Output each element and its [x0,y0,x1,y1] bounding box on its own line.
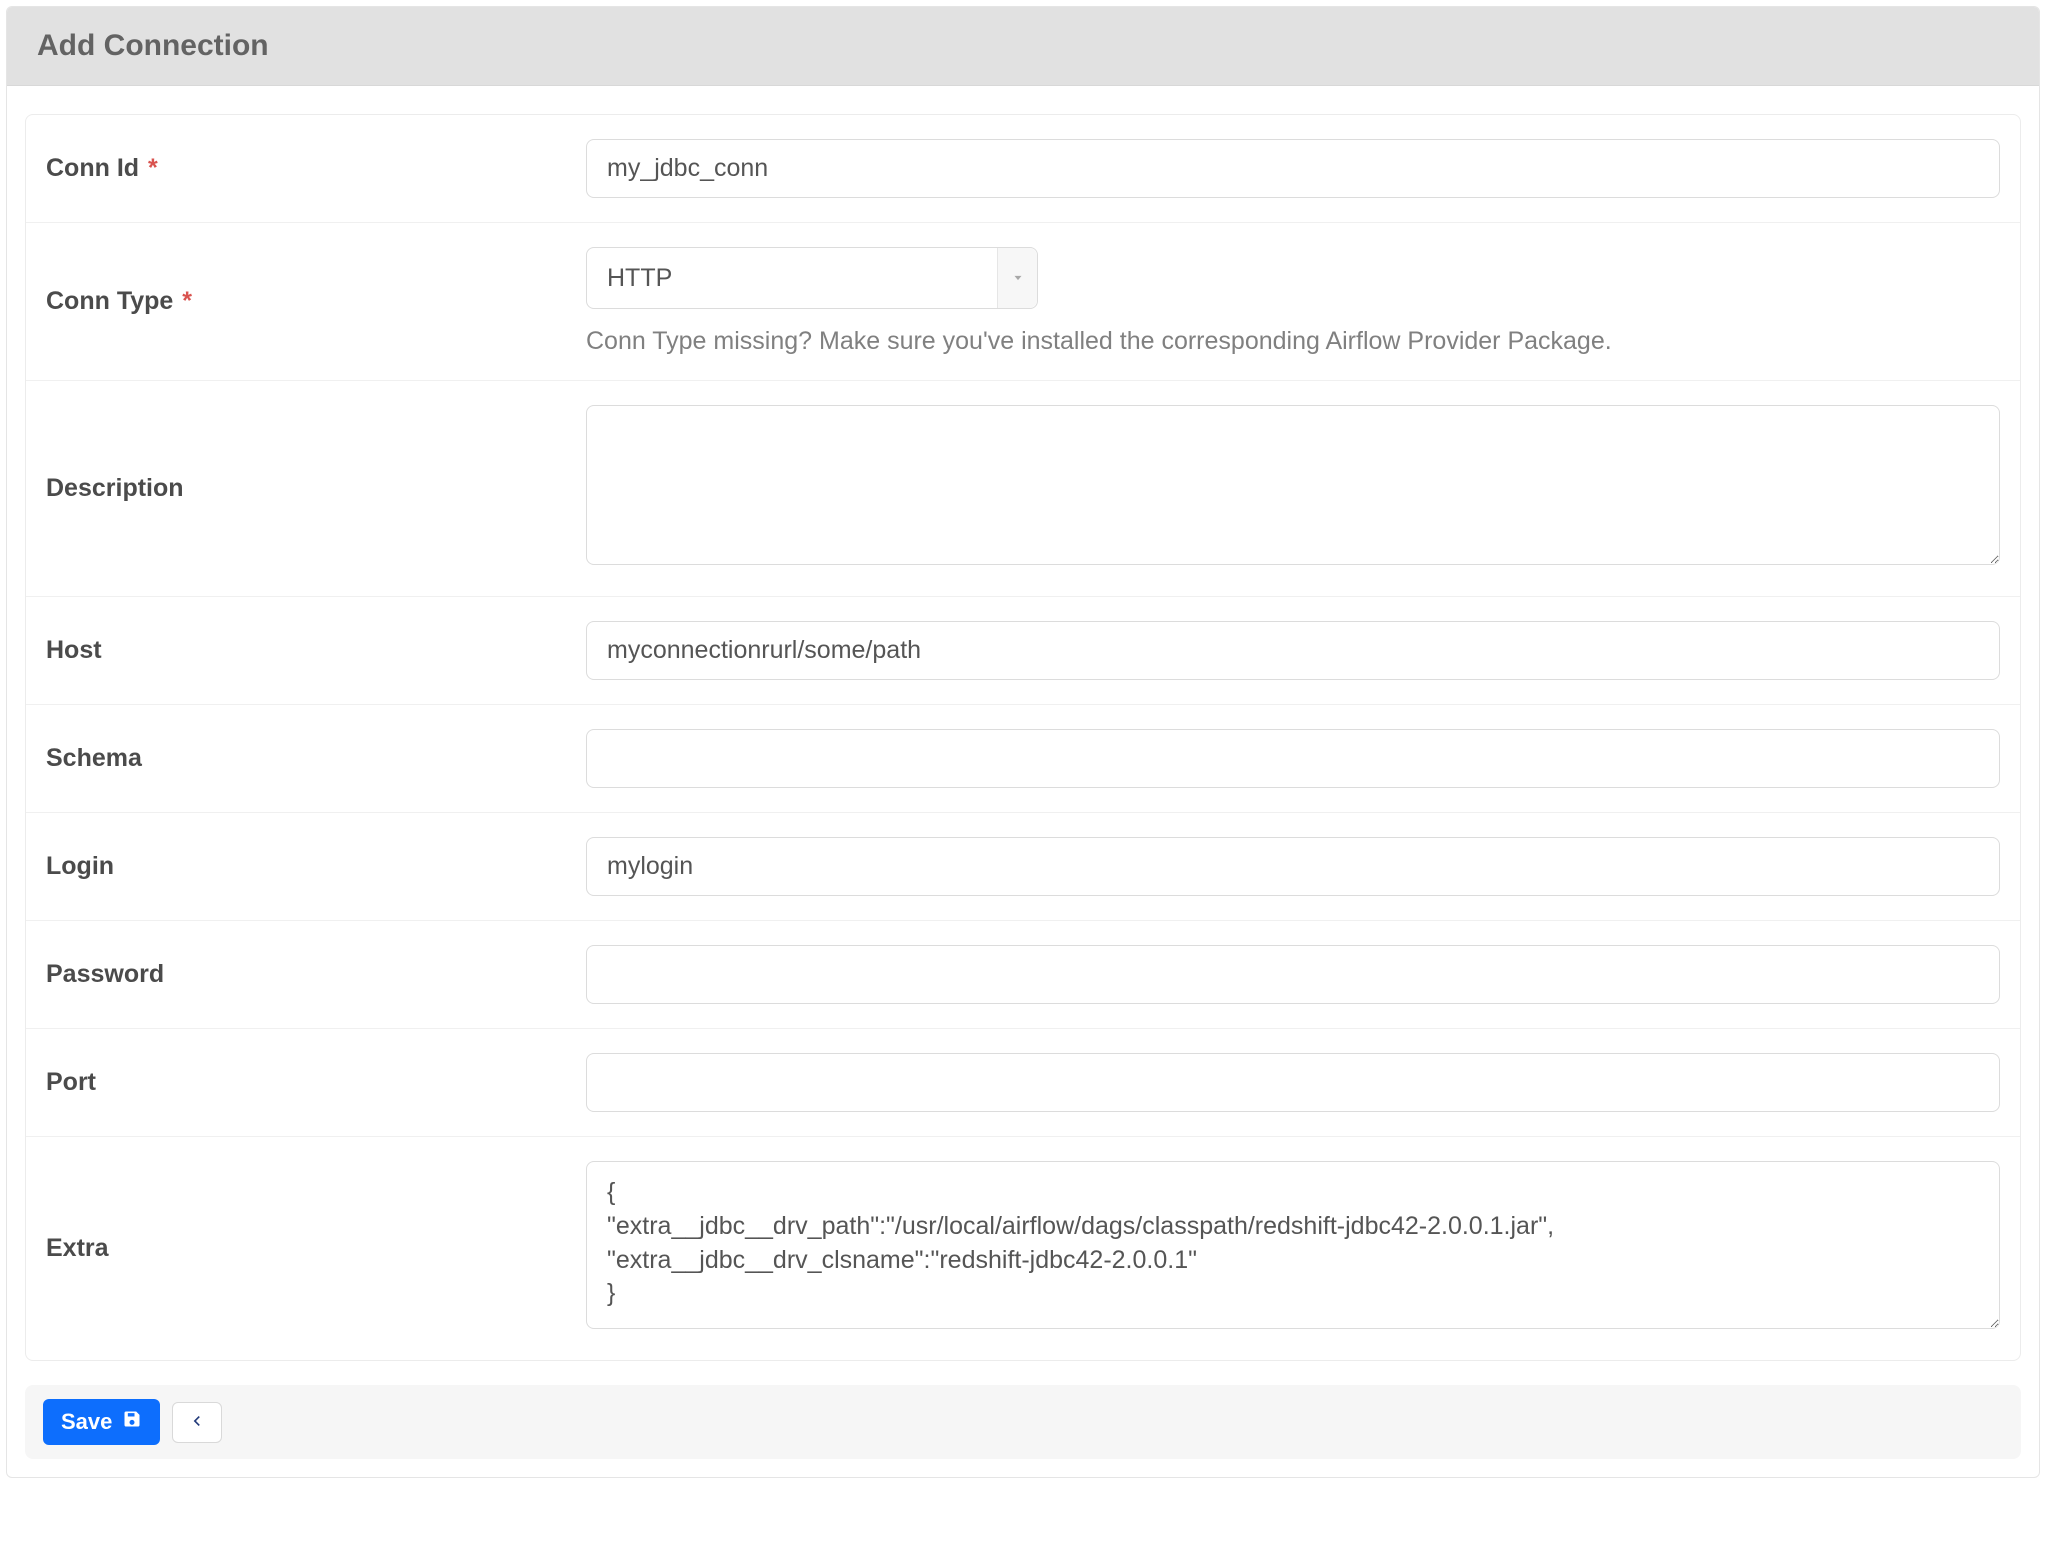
port-label: Port [46,1068,586,1097]
extra-input[interactable] [586,1161,2000,1329]
conn-id-label: Conn Id * [46,154,586,183]
password-input[interactable] [586,945,2000,1004]
add-connection-panel: Add Connection Conn Id * Conn Type [6,6,2040,1478]
schema-input[interactable] [586,729,2000,788]
save-icon [122,1409,142,1435]
conn-type-select[interactable]: HTTP [586,247,1038,309]
login-input[interactable] [586,837,2000,896]
login-label: Login [46,852,586,881]
password-label: Password [46,960,586,989]
conn-type-value: HTTP [607,264,997,293]
conn-id-input[interactable] [586,139,2000,198]
host-input[interactable] [586,621,2000,680]
chevron-down-icon [997,248,1037,308]
conn-type-label: Conn Type * [46,287,586,316]
schema-label: Schema [46,744,586,773]
form-footer: Save [25,1385,2021,1459]
description-label: Description [46,474,586,503]
extra-label: Extra [46,1234,586,1263]
save-button-label: Save [61,1409,112,1435]
required-marker: * [182,287,192,315]
panel-title: Add Connection [7,7,2039,86]
back-button[interactable] [172,1402,222,1443]
conn-type-hint: Conn Type missing? Make sure you've inst… [586,327,2000,356]
required-marker: * [148,154,158,182]
host-label: Host [46,636,586,665]
port-input[interactable] [586,1053,2000,1112]
connection-form: Conn Id * Conn Type * HTTP [25,114,2021,1361]
save-button[interactable]: Save [43,1399,160,1445]
description-input[interactable] [586,405,2000,565]
arrow-left-icon [187,1411,207,1434]
